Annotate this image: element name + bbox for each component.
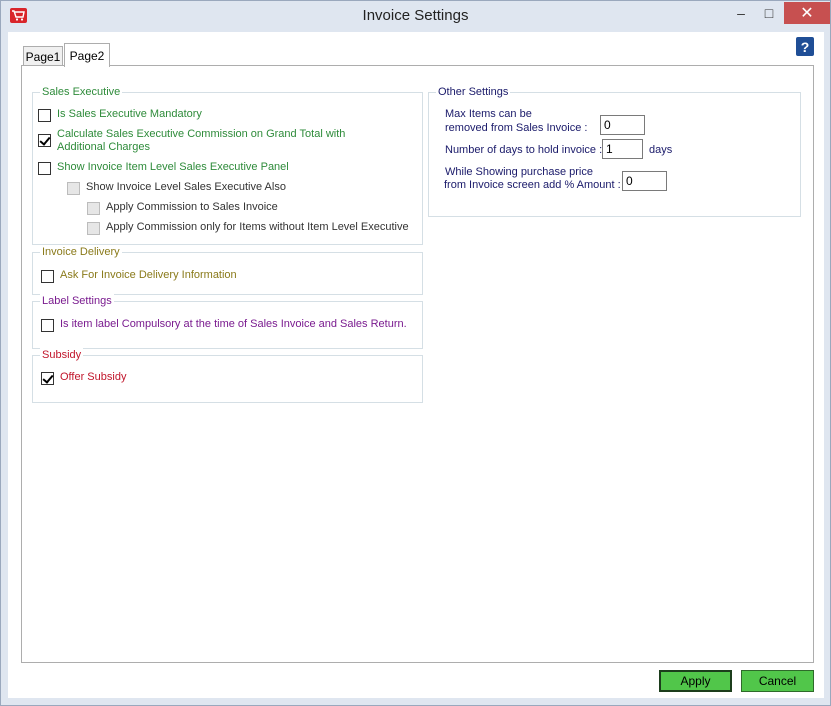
item-label-compulsory-label: Is item label Compulsory at the time of … bbox=[60, 318, 407, 330]
purchase-price-label-line2: from Invoice screen add % Amount : bbox=[444, 179, 621, 191]
hold-days-input[interactable] bbox=[602, 139, 643, 159]
invoice-delivery-option[interactable]: Ask For Invoice Delivery Information bbox=[41, 269, 237, 283]
help-icon[interactable]: ? bbox=[796, 37, 814, 56]
max-items-input[interactable] bbox=[600, 115, 645, 135]
hold-days-unit: days bbox=[649, 144, 673, 156]
apply-commission-items-checkbox bbox=[87, 222, 100, 235]
invoice-settings-window: Invoice Settings – □ ✕ ? Page1 Page2 Sal… bbox=[0, 0, 831, 706]
invoice-level-exec-option: Show Invoice Level Sales Executive Also bbox=[67, 181, 286, 195]
subsidy-group: Subsidy Offer Subsidy bbox=[32, 348, 423, 403]
offer-subsidy-checkbox[interactable] bbox=[41, 372, 54, 385]
invoice-delivery-group: Invoice Delivery Ask For Invoice Deliver… bbox=[32, 245, 423, 295]
item-level-panel-label: Show Invoice Item Level Sales Executive … bbox=[57, 161, 289, 173]
tab-page2[interactable]: Page2 bbox=[64, 43, 110, 67]
apply-commission-label: Apply Commission to Sales Invoice bbox=[106, 201, 278, 213]
other-settings-title: Other Settings bbox=[436, 85, 511, 99]
maximize-button[interactable]: □ bbox=[755, 2, 783, 24]
item-label-compulsory-option[interactable]: Is item label Compulsory at the time of … bbox=[41, 318, 407, 332]
sales-exec-commission-label-line2: Additional Charges bbox=[57, 141, 150, 153]
invoice-delivery-label: Ask For Invoice Delivery Information bbox=[60, 269, 237, 281]
apply-commission-items-option: Apply Commission only for Items without … bbox=[87, 221, 409, 235]
apply-button[interactable]: Apply bbox=[659, 670, 732, 692]
cancel-button[interactable]: Cancel bbox=[741, 670, 814, 692]
item-label-compulsory-checkbox[interactable] bbox=[41, 319, 54, 332]
invoice-delivery-title: Invoice Delivery bbox=[40, 245, 122, 259]
client-area: ? Page1 Page2 Sales Executive Is Sales E… bbox=[8, 32, 824, 698]
title-bar: Invoice Settings – □ ✕ bbox=[1, 1, 830, 32]
apply-commission-option: Apply Commission to Sales Invoice bbox=[87, 201, 278, 215]
sales-exec-mandatory-checkbox[interactable] bbox=[38, 109, 51, 122]
invoice-level-exec-label: Show Invoice Level Sales Executive Also bbox=[86, 181, 286, 193]
apply-commission-checkbox bbox=[87, 202, 100, 215]
close-button[interactable]: ✕ bbox=[784, 2, 830, 24]
sales-exec-commission-label-line1: Calculate Sales Executive Commission on … bbox=[57, 128, 346, 140]
hold-days-label: Number of days to hold invoice : bbox=[445, 144, 603, 156]
max-items-label-line2: removed from Sales Invoice : bbox=[445, 122, 588, 134]
sales-exec-mandatory-option[interactable]: Is Sales Executive Mandatory bbox=[38, 108, 202, 122]
offer-subsidy-option[interactable]: Offer Subsidy bbox=[41, 371, 126, 385]
sales-exec-commission-checkbox[interactable] bbox=[38, 134, 51, 147]
item-level-panel-option[interactable]: Show Invoice Item Level Sales Executive … bbox=[38, 161, 289, 175]
apply-commission-items-label: Apply Commission only for Items without … bbox=[106, 221, 409, 233]
sales-exec-mandatory-label: Is Sales Executive Mandatory bbox=[57, 108, 202, 120]
offer-subsidy-label: Offer Subsidy bbox=[60, 371, 127, 383]
tab-panel: Sales Executive Is Sales Executive Manda… bbox=[21, 65, 814, 663]
other-settings-group: Other Settings Max Items can be removed … bbox=[428, 85, 801, 217]
invoice-delivery-checkbox[interactable] bbox=[41, 270, 54, 283]
label-settings-group: Label Settings Is item label Compulsory … bbox=[32, 294, 423, 349]
item-level-panel-checkbox[interactable] bbox=[38, 162, 51, 175]
label-settings-title: Label Settings bbox=[40, 294, 114, 308]
sales-executive-group: Sales Executive Is Sales Executive Manda… bbox=[32, 85, 423, 245]
window-title: Invoice Settings bbox=[362, 7, 469, 24]
purchase-price-label-line1: While Showing purchase price bbox=[445, 166, 593, 178]
invoice-level-exec-checkbox bbox=[67, 182, 80, 195]
subsidy-title: Subsidy bbox=[40, 348, 84, 362]
max-items-label-line1: Max Items can be bbox=[445, 108, 532, 120]
sales-exec-commission-option[interactable]: Calculate Sales Executive Commission on … bbox=[38, 128, 345, 154]
minimize-button[interactable]: – bbox=[727, 2, 755, 24]
sales-executive-title: Sales Executive bbox=[40, 85, 123, 99]
purchase-percent-input[interactable] bbox=[622, 171, 667, 191]
tab-page1[interactable]: Page1 bbox=[23, 46, 63, 66]
